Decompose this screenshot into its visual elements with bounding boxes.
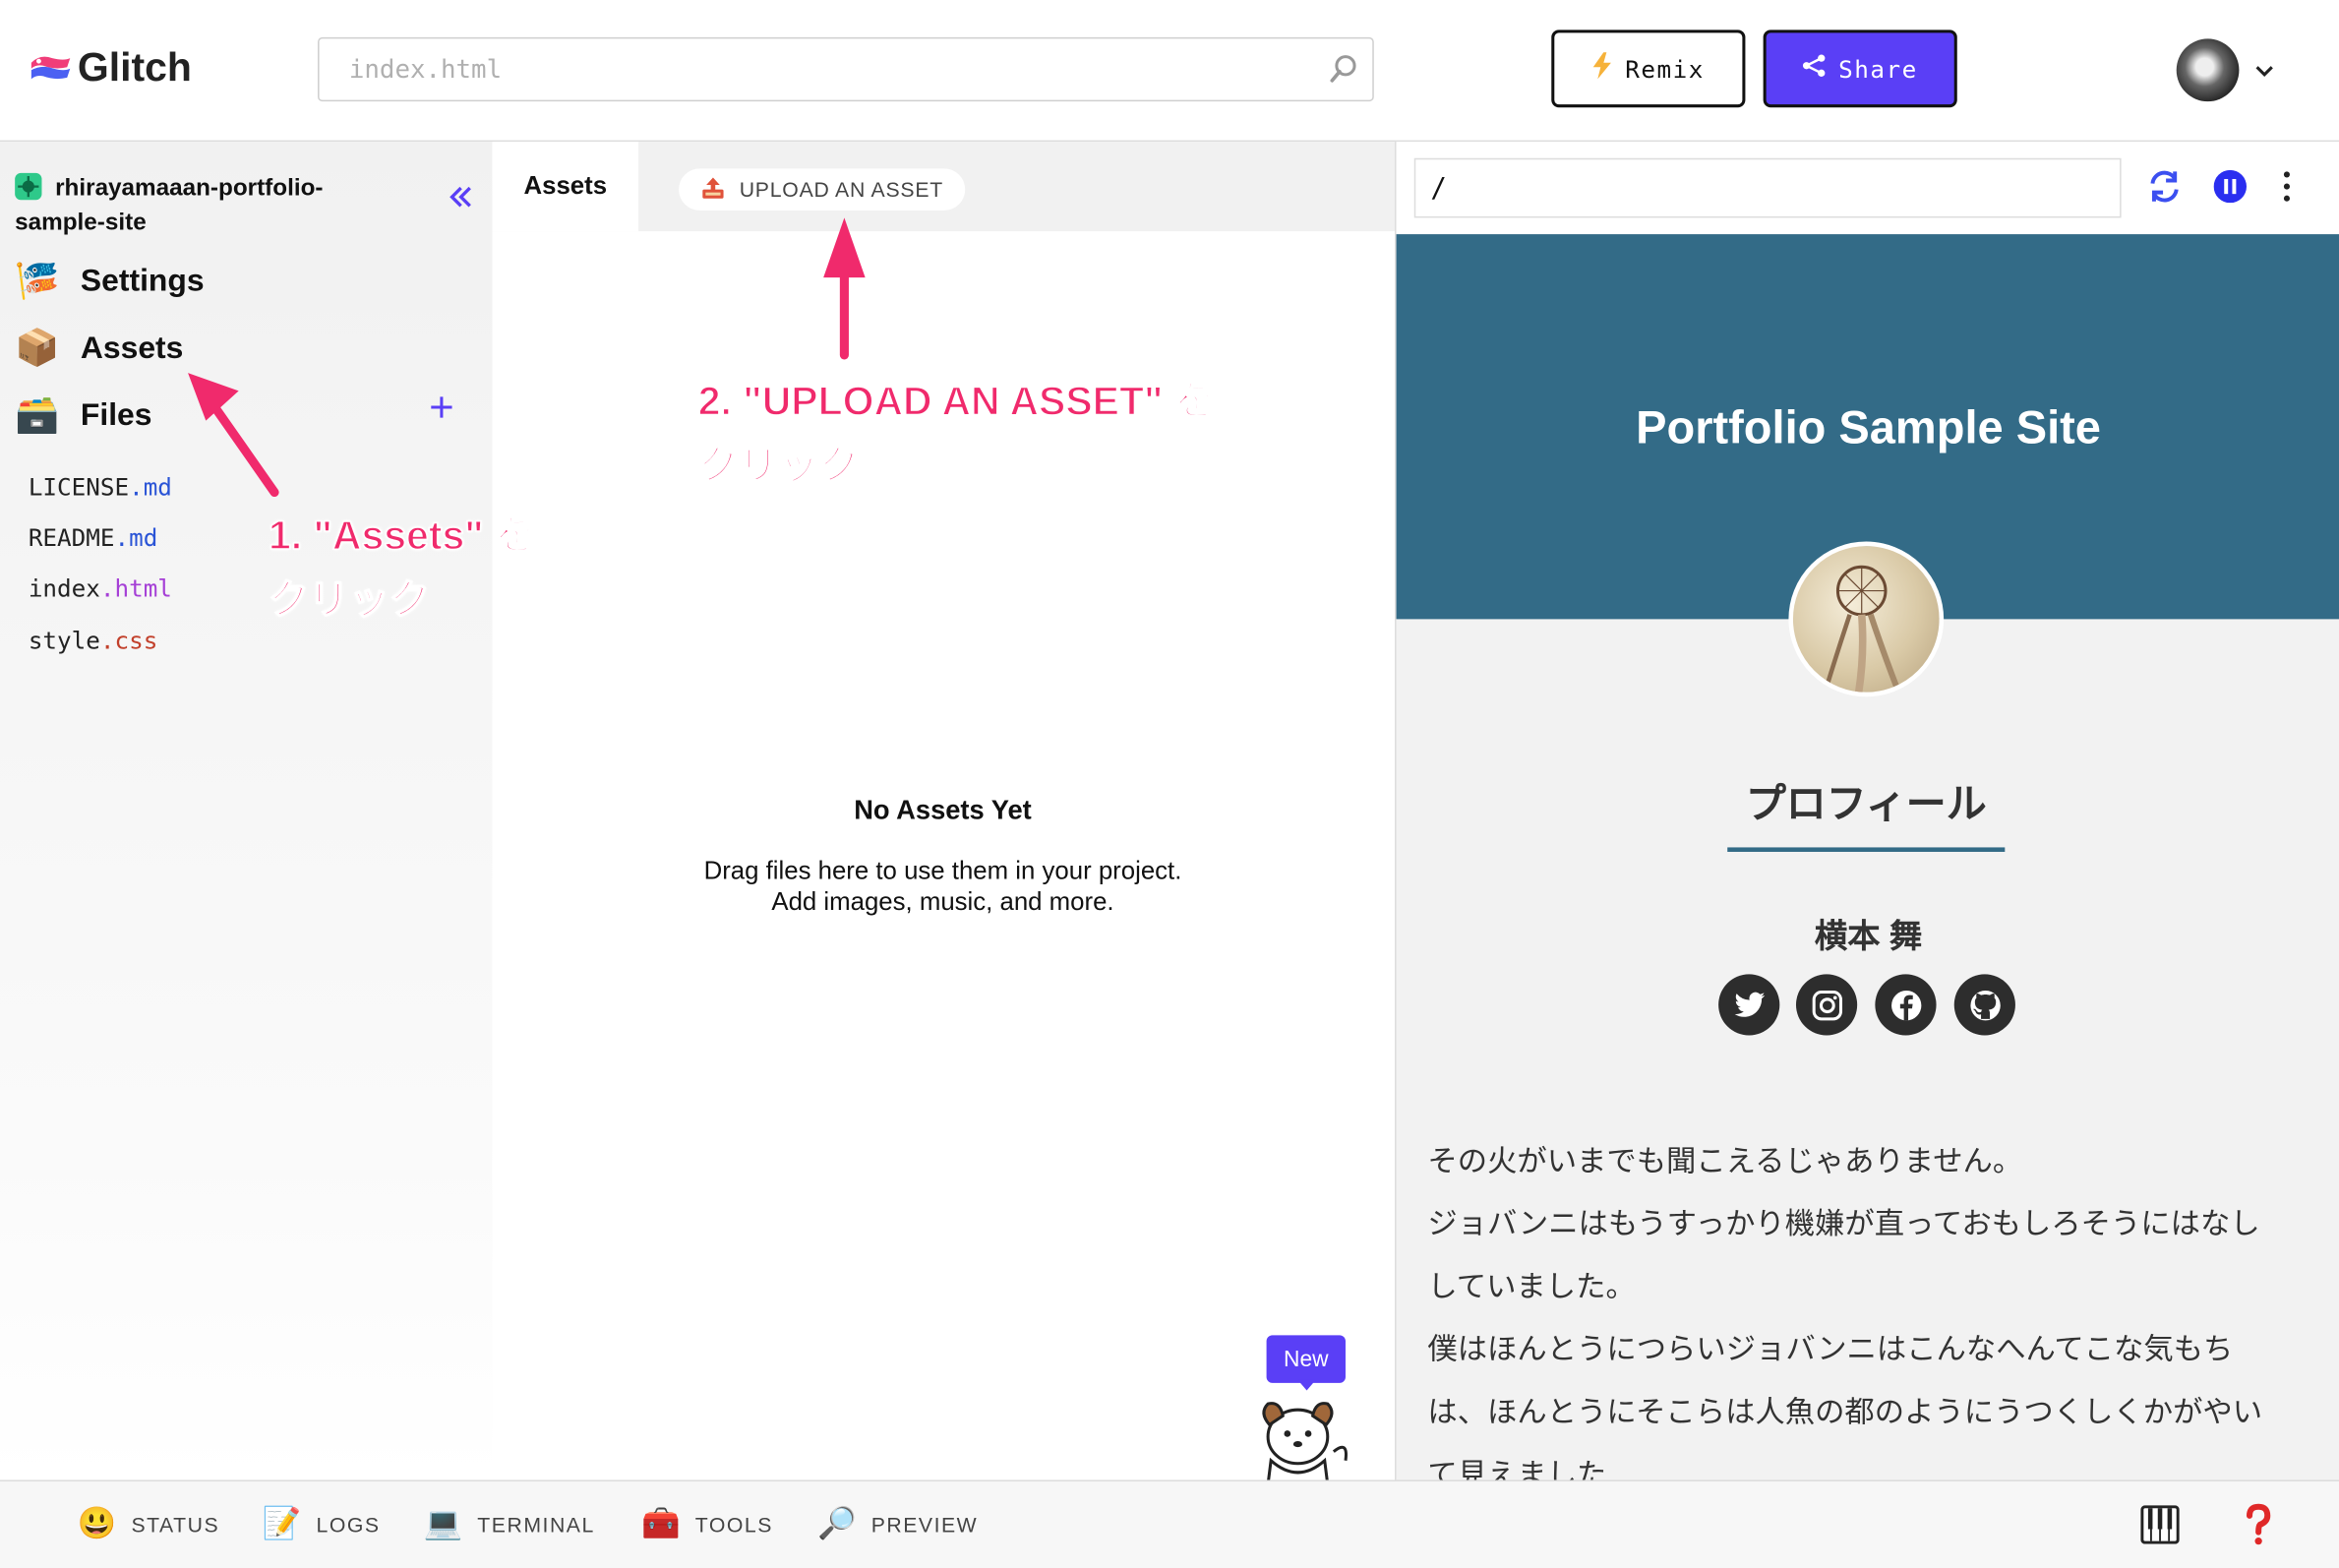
glitch-logo-icon[interactable] [29, 54, 73, 94]
body-line: していました。 [1427, 1271, 1636, 1304]
status-button[interactable]: 😃 STATUS [78, 1481, 219, 1568]
profile-photo [1788, 541, 1945, 697]
facebook-icon[interactable] [1875, 974, 1937, 1036]
person-name: 横本 舞 [1814, 917, 1923, 955]
sidebar: rhirayamaaan-portfolio-sample-site 🎏 Set… [0, 142, 493, 1480]
terminal-label: TERMINAL [477, 1512, 595, 1538]
file-license[interactable]: LICENSE.md [29, 473, 172, 502]
body-line: 僕はほんとうにつらいジョバンニはこんなへんてこな気もち [1427, 1333, 2234, 1367]
remix-label: Remix [1625, 54, 1705, 84]
assets-panel: Assets UPLOAD AN ASSET No Assets Yet Dra… [492, 142, 1396, 1486]
twitter-icon[interactable] [1718, 974, 1780, 1036]
status-label: STATUS [131, 1512, 220, 1538]
tab-assets[interactable]: Assets [492, 142, 639, 232]
annotation-step-2: 2. "UPLOAD AN ASSET" を クリック [697, 370, 1215, 498]
share-button[interactable]: Share [1763, 30, 1957, 108]
pause-icon[interactable] [2213, 169, 2247, 211]
file-ext: .css [99, 626, 158, 655]
project-icon [15, 172, 42, 201]
bottom-bar: 😃 STATUS 📝 LOGS 💻 TERMINAL 🧰 TOOLS 🔎 PRE… [0, 1479, 2339, 1568]
nav-assets[interactable]: 📦 Assets [15, 327, 183, 371]
empty-state-line: Drag files here to use them in your proj… [703, 856, 1182, 885]
body-line: て見えました [1427, 1459, 1607, 1480]
preview-toolbar [1396, 142, 2339, 235]
laptop-icon: 💻 [423, 1506, 464, 1541]
nav-files-label: Files [80, 397, 152, 433]
file-ext: .md [114, 523, 158, 553]
top-header: Glitch Remix Share [0, 0, 2339, 143]
file-name: index [28, 573, 100, 603]
search-icon [1328, 52, 1360, 92]
help-icon[interactable] [2244, 1502, 2273, 1554]
annotation-line: 2. "UPLOAD AN ASSET" を [697, 378, 1215, 424]
nav-files[interactable]: 🗃️ Files [15, 393, 151, 438]
chevron-down-icon[interactable] [2254, 60, 2275, 87]
body-line: ジョバンニはもうすっかり機嫌が直っておもしろそうにはなし [1427, 1208, 2260, 1241]
file-style[interactable]: style.css [29, 627, 157, 655]
package-icon: 📦 [15, 328, 60, 369]
file-cabinet-icon: 🗃️ [15, 394, 60, 436]
preview-url-input[interactable] [1413, 157, 2122, 218]
upload-asset-button[interactable]: UPLOAD AN ASSET [679, 168, 966, 211]
add-file-icon[interactable] [428, 392, 454, 428]
upload-icon [700, 175, 724, 204]
empty-state-title: No Assets Yet [854, 795, 1032, 825]
body-line: は、ほんとうにそこらは人魚の都のようにうつくしくかがやい [1427, 1396, 2263, 1429]
file-index[interactable]: index.html [29, 574, 172, 603]
file-ext: .md [129, 472, 172, 502]
preview-pane: Portfolio Sample Site プロフィール 横本 舞 その火 [1395, 142, 2339, 1480]
toolbox-icon: 🧰 [641, 1506, 683, 1541]
magnifier-icon: 🔎 [817, 1506, 859, 1541]
upload-asset-label: UPLOAD AN ASSET [739, 177, 943, 202]
file-search-input[interactable] [348, 38, 1319, 100]
memo-icon: 📝 [262, 1506, 304, 1541]
file-name: LICENSE [28, 472, 130, 502]
github-icon[interactable] [1953, 974, 2015, 1036]
body-line: その火がいまでも聞こえるじゃありません。 [1427, 1145, 2023, 1179]
file-readme[interactable]: README.md [29, 523, 157, 552]
file-name: README [28, 523, 115, 553]
annotation-line: クリック [268, 576, 430, 623]
nav-assets-label: Assets [80, 331, 184, 366]
app-name[interactable]: Glitch [78, 44, 192, 90]
more-options-icon[interactable] [2281, 170, 2293, 211]
user-avatar[interactable] [2176, 38, 2240, 102]
project-name[interactable]: rhirayamaaan-portfolio-sample-site [15, 171, 373, 240]
assets-tabbar: Assets UPLOAD AN ASSET [492, 142, 1396, 232]
badge-pointer [1297, 1379, 1316, 1391]
annotation-step-1: 1. "Assets" を クリック [268, 505, 536, 633]
collapse-sidebar-icon[interactable] [448, 179, 474, 220]
new-badge[interactable]: New [1266, 1335, 1346, 1383]
logs-label: LOGS [316, 1512, 381, 1538]
annotation-line: クリック [697, 443, 860, 489]
smiley-icon: 😃 [77, 1506, 119, 1541]
file-name: style [28, 626, 100, 655]
annotation-line: 1. "Assets" を [268, 513, 536, 559]
project-name-text: rhirayamaaan-portfolio-sample-site [15, 175, 324, 236]
site-title: Portfolio Sample Site [1636, 400, 2101, 454]
empty-state-body: Drag files here to use them in your proj… [492, 855, 1393, 918]
nav-settings-label: Settings [80, 264, 205, 299]
carp-streamer-icon: 🎏 [15, 261, 60, 302]
file-search-box[interactable] [318, 36, 1374, 102]
lightning-icon [1592, 52, 1613, 85]
share-icon [1803, 54, 1827, 84]
profile-heading: プロフィール [1727, 771, 2006, 852]
nav-settings[interactable]: 🎏 Settings [15, 260, 204, 304]
tools-button[interactable]: 🧰 TOOLS [641, 1481, 773, 1568]
logs-button[interactable]: 📝 LOGS [263, 1481, 381, 1568]
keyboard-shortcuts-icon[interactable] [2140, 1505, 2180, 1551]
refresh-icon[interactable] [2146, 168, 2182, 211]
terminal-button[interactable]: 💻 TERMINAL [424, 1481, 595, 1568]
preview-label: PREVIEW [870, 1512, 979, 1538]
remix-button[interactable]: Remix [1551, 30, 1746, 108]
preview-button[interactable]: 🔎 PREVIEW [817, 1481, 978, 1568]
instagram-icon[interactable] [1795, 974, 1858, 1036]
dog-mascot-icon[interactable] [1250, 1392, 1357, 1489]
empty-state-line: Add images, music, and more. [771, 887, 1114, 917]
site-body-text: その火がいまでも聞こえるじゃありません。 ジョバンニはもうすっかり機嫌が直ってお… [1427, 1131, 2322, 1480]
tools-label: TOOLS [694, 1512, 773, 1538]
file-ext: .html [99, 573, 172, 603]
share-label: Share [1838, 54, 1918, 84]
